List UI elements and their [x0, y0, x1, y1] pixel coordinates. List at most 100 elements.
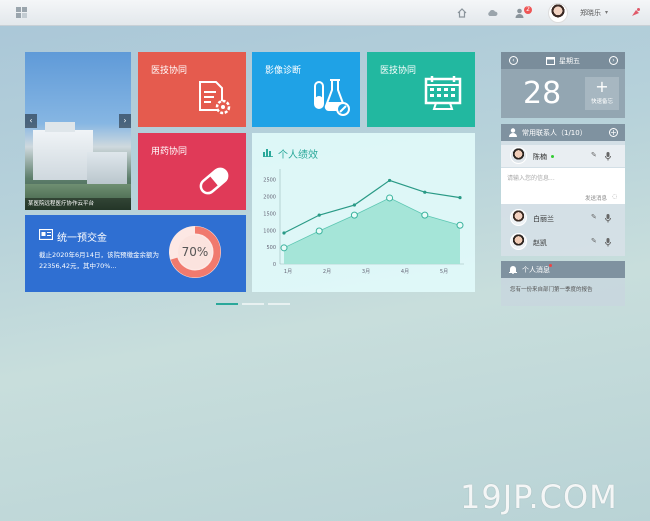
home-icon[interactable] [457, 8, 467, 18]
contact-name: 白丽兰 [533, 215, 554, 223]
line-point [423, 190, 427, 194]
contact-item[interactable]: 白丽兰 ✎ [501, 207, 625, 229]
id-card-icon [39, 229, 53, 240]
prev-day-button[interactable]: ‹ [509, 56, 518, 65]
microphone-icon[interactable] [605, 238, 611, 247]
online-indicator [551, 155, 554, 158]
carousel-next-button[interactable]: › [119, 114, 131, 128]
tile-label: 医技协同 [380, 66, 417, 76]
calendar-icon [546, 57, 555, 65]
edit-icon[interactable]: ✎ [591, 213, 597, 221]
deposit-description: 截止2020年6月14日，该院预缴金余额为22356,42元，其中70%... [39, 251, 159, 270]
percent-label: 70% [182, 245, 209, 259]
carousel-caption: 某医院远程医疗协作云平台 [25, 198, 131, 210]
next-day-button[interactable]: › [609, 56, 618, 65]
y-tick-label: 500 [266, 245, 276, 251]
edit-icon[interactable]: ✎ [591, 151, 597, 159]
messages-title: 个人消息 [522, 266, 550, 274]
message-input[interactable]: 请输入您的信息... [507, 173, 555, 182]
x-tick-label: 5月 [440, 269, 448, 275]
area-point [315, 227, 323, 235]
cloud-icon[interactable] [487, 9, 498, 17]
chevron-down-icon[interactable]: ▾ [605, 9, 608, 16]
add-contact-button[interactable]: + [609, 128, 618, 137]
x-tick-label: 1月 [284, 269, 292, 275]
carousel-prev-button[interactable]: ‹ [25, 114, 37, 128]
line-point [282, 231, 286, 235]
tile-imaging-diagnosis[interactable]: 影像诊断 [252, 52, 360, 127]
x-tick-label: 2月 [323, 269, 331, 275]
tile-label: 影像诊断 [265, 66, 302, 76]
tile-label: 用药协同 [151, 147, 188, 157]
plus-icon: + [595, 77, 609, 96]
contact-item[interactable]: 赵凯 ✎ [501, 231, 625, 253]
avatar [510, 233, 527, 250]
user-icon [509, 128, 517, 137]
watermark: 19JP.COM [460, 478, 618, 516]
quick-note-label: 快速备忘 [590, 99, 613, 105]
contacts-widget: 常用联系人（1/10） + 陈楠 ✎ 请输入您的信息... 发送消息 ◌ 白丽兰… [501, 124, 625, 256]
contact-name: 陈楠 [533, 153, 547, 161]
page-indicator[interactable] [242, 303, 264, 305]
page-indicator[interactable] [268, 303, 290, 305]
speech-bubble-icon: ◌ [612, 193, 618, 200]
contact-item[interactable]: 陈楠 ✎ [501, 145, 625, 167]
contacts-title: 常用联系人（1/10） [522, 129, 587, 137]
tile-medical-collab[interactable]: 医技协同 [138, 52, 246, 127]
notification-badge: 2 [524, 6, 532, 14]
quick-note-button[interactable]: + 快速备忘 [585, 77, 619, 110]
x-tick-label: 4月 [401, 269, 409, 275]
tile-label: 医技协同 [151, 66, 188, 76]
calendar-grid-icon [424, 76, 462, 110]
tile-medication-collab[interactable]: 用药协同 [138, 133, 246, 210]
y-tick-label: 1000 [263, 228, 276, 234]
area-point [421, 211, 429, 219]
y-tick-label: 1500 [263, 211, 276, 217]
top-bar: 2 郑晓乐 ▾ [0, 0, 650, 26]
performance-panel: 个人绩效 0 500 1000 1500 2000 2500 1月 2月 3月 4月 5月 [252, 133, 475, 292]
microphone-icon[interactable] [605, 214, 611, 223]
line-point [352, 203, 356, 207]
area-point [386, 194, 394, 202]
message-compose-box: 请输入您的信息... 发送消息 ◌ [501, 168, 625, 204]
weekday-label: 星期五 [559, 57, 580, 65]
message-item[interactable]: 您有一份来自部门第一季度的报告 [510, 285, 593, 293]
hospital-carousel[interactable]: ‹ › 某医院远程医疗协作云平台 [25, 52, 131, 210]
bell-icon [509, 266, 517, 274]
send-message-button[interactable]: 发送消息 [585, 194, 607, 202]
unread-dot [549, 264, 552, 267]
page-indicator-active[interactable] [216, 303, 238, 305]
flask-icon [314, 79, 350, 116]
avatar[interactable] [548, 3, 568, 23]
y-tick-label: 2500 [263, 178, 276, 184]
deposit-panel[interactable]: 统一预交金 截止2020年6月14日，该院预缴金余额为22356,42元，其中7… [25, 215, 246, 292]
performance-chart: 0 500 1000 1500 2000 2500 1月 2月 3月 4月 5月 [263, 169, 464, 275]
line-point [388, 178, 392, 183]
area-point [280, 244, 288, 252]
y-tick-label: 0 [273, 262, 276, 268]
area-point [456, 221, 464, 229]
edit-icon[interactable]: ✎ [591, 237, 597, 245]
percent-ring: 70% [169, 226, 221, 278]
messages-widget: 个人消息 您有一份来自部门第一季度的报告 [501, 261, 625, 306]
contact-name: 赵凯 [533, 239, 547, 247]
day-number: 28 [523, 76, 562, 111]
area-series [284, 197, 460, 264]
tile-medical-collab-2[interactable]: 医技协同 [367, 52, 475, 127]
user-notification-icon[interactable] [515, 8, 524, 18]
calendar-widget: ‹ 星期五 › 28 + 快速备忘 [501, 52, 625, 118]
avatar [510, 147, 527, 164]
x-tick-label: 3月 [362, 269, 370, 275]
theme-icon[interactable] [630, 7, 641, 18]
deposit-title: 统一预交金 [57, 233, 107, 244]
pill-icon [199, 167, 229, 195]
username[interactable]: 郑晓乐 [580, 8, 601, 18]
microphone-icon[interactable] [605, 152, 611, 161]
area-point [350, 211, 358, 219]
avatar [510, 209, 527, 226]
app-grid-icon[interactable] [16, 7, 27, 18]
document-settings-icon [199, 81, 231, 115]
line-point [317, 213, 321, 217]
building-image [33, 130, 93, 180]
y-tick-label: 2000 [263, 195, 276, 201]
